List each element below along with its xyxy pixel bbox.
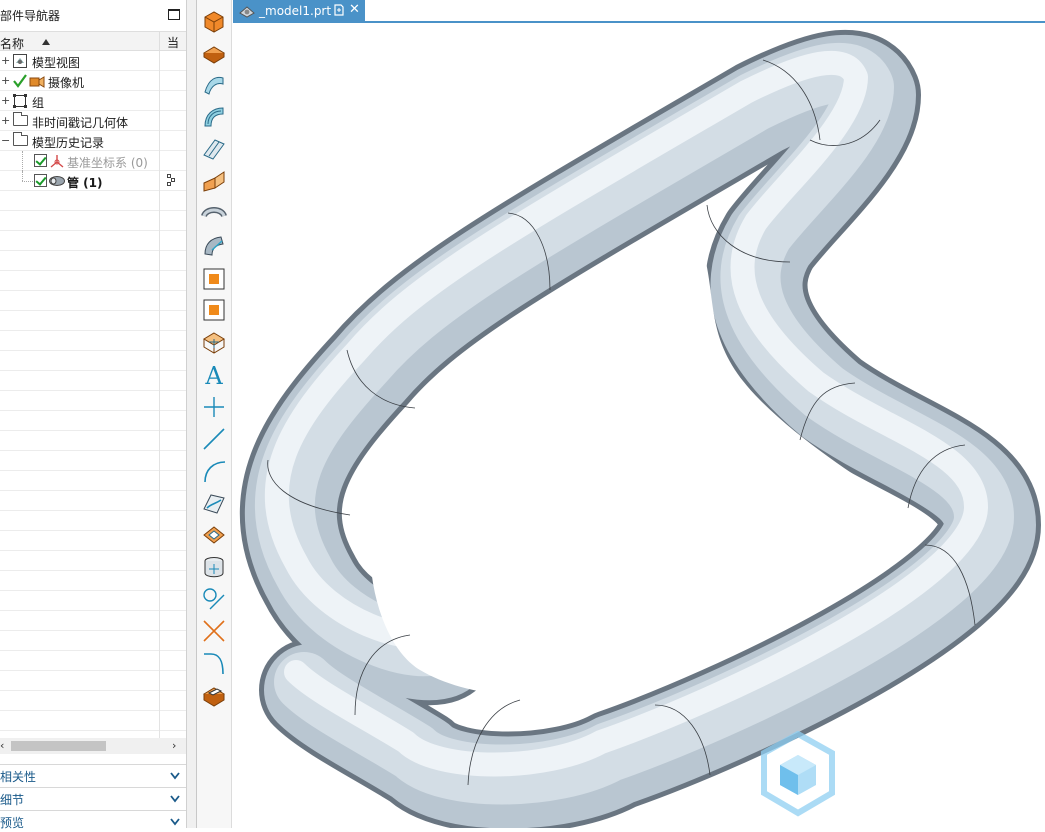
tree-item-label: 组 xyxy=(32,96,45,110)
folder-open-icon xyxy=(13,132,28,146)
expand-icon[interactable]: + xyxy=(1,55,10,66)
circle-line-icon[interactable] xyxy=(201,586,227,612)
panel-label: 预览 xyxy=(0,816,25,830)
panel-dependencies[interactable]: 相关性 xyxy=(0,764,186,786)
square-point-icon[interactable] xyxy=(201,266,227,292)
camera-icon xyxy=(29,73,45,89)
extrude-icon[interactable] xyxy=(201,40,227,66)
chevron-down-icon[interactable] xyxy=(170,769,180,780)
panel-label: 细节 xyxy=(0,793,25,807)
column-name-header[interactable]: 名称 xyxy=(0,35,24,52)
panel-label: 相关性 xyxy=(0,770,37,784)
expand-icon[interactable]: + xyxy=(1,75,10,86)
tree-item-label: 非时间戳记几何体 xyxy=(32,116,129,130)
folder-icon xyxy=(13,112,28,126)
datum-csys-icon[interactable] xyxy=(201,330,227,356)
scroll-left-icon[interactable]: ‹ xyxy=(0,739,4,752)
pin-document-icon[interactable] xyxy=(334,4,344,16)
tree-item-label: 管 (1) xyxy=(67,176,103,190)
svg-text:A: A xyxy=(204,362,223,388)
edit-feature-icon[interactable] xyxy=(201,682,227,708)
maximize-icon[interactable] xyxy=(168,9,180,20)
column-current-label: 当 xyxy=(167,36,180,50)
surface-patch-icon[interactable] xyxy=(201,232,227,258)
tree-item-label: 基准坐标系 (0) xyxy=(67,156,148,170)
scroll-right-icon[interactable]: › xyxy=(172,739,176,752)
navigator-tree: + 模型视图 + 摄像机 + 组 + 非时间戳记几何体 − 模型历史记录 基准坐… xyxy=(0,51,186,738)
document-tab-bar: _model1.prt ✕ xyxy=(233,0,1045,23)
tree-item-groups[interactable]: + 组 xyxy=(0,91,186,111)
tube-feature-icon xyxy=(48,173,65,189)
close-tab-icon[interactable]: ✕ xyxy=(349,2,360,17)
line-icon[interactable] xyxy=(201,426,227,452)
tab-label: _model1.prt xyxy=(259,4,332,18)
resource-bar-splitter[interactable] xyxy=(186,0,196,828)
offset-face-icon[interactable] xyxy=(201,522,227,548)
pipe-icon[interactable] xyxy=(201,200,227,226)
cylinder-icon[interactable] xyxy=(201,554,227,580)
navigator-horizontal-scrollbar[interactable]: ‹ › xyxy=(0,738,186,754)
expand-icon[interactable]: + xyxy=(1,95,10,106)
dependency-icon xyxy=(167,174,175,187)
panel-preview[interactable]: 预览 xyxy=(0,810,186,832)
tree-item-cameras[interactable]: + 摄像机 xyxy=(0,71,186,91)
tree-item-label: 模型视图 xyxy=(32,56,81,70)
tree-item-tube[interactable]: 管 (1) xyxy=(0,171,186,191)
tree-item-label: 模型历史记录 xyxy=(32,136,105,150)
block-icon[interactable] xyxy=(201,8,227,34)
part-file-icon xyxy=(239,4,255,18)
tree-item-datum-csys[interactable]: 基准坐标系 (0) xyxy=(0,151,186,171)
fillet-curve-icon[interactable] xyxy=(201,650,227,676)
sheet-metal-icon[interactable] xyxy=(201,168,227,194)
curve-on-surface-icon[interactable] xyxy=(201,490,227,516)
text-icon[interactable]: A xyxy=(201,362,227,390)
group-icon xyxy=(12,93,28,109)
visibility-checkbox[interactable] xyxy=(34,154,47,167)
tree-item-unused-geometry[interactable]: + 非时间戳记几何体 xyxy=(0,111,186,131)
point-icon[interactable] xyxy=(201,394,227,420)
square-point-alt-icon[interactable] xyxy=(201,297,227,323)
expand-icon[interactable]: + xyxy=(1,115,10,126)
chevron-down-icon[interactable] xyxy=(170,815,180,826)
tab-model1-prt[interactable]: _model1.prt ✕ xyxy=(233,0,365,23)
model-view-icon xyxy=(12,53,28,69)
collapse-icon[interactable]: − xyxy=(1,135,10,146)
surface-icon[interactable] xyxy=(201,72,227,98)
tree-item-model-history[interactable]: − 模型历史记录 xyxy=(0,131,186,151)
graphics-window[interactable] xyxy=(233,23,1045,832)
arc-icon[interactable] xyxy=(201,458,227,484)
panel-details[interactable]: 细节 xyxy=(0,787,186,809)
visibility-checkbox[interactable] xyxy=(34,174,47,187)
tree-item-label: 摄像机 xyxy=(48,76,85,90)
watermark-logo xyxy=(760,730,836,817)
tree-item-model-views[interactable]: + 模型视图 xyxy=(0,51,186,71)
scrollbar-thumb[interactable] xyxy=(11,741,106,751)
checkmark-icon xyxy=(12,73,28,89)
tube-model[interactable] xyxy=(233,23,1045,832)
part-navigator: 部件导航器 名称 当 + 模型视图 + 摄像机 + 组 + 非时间戳记几何体 −… xyxy=(0,0,186,832)
feature-toolbar: A xyxy=(197,0,232,828)
swept-surface-icon[interactable] xyxy=(201,104,227,130)
navigator-title-bar: 部件导航器 xyxy=(0,4,186,26)
intersect-curve-icon[interactable] xyxy=(201,618,227,644)
chevron-down-icon[interactable] xyxy=(170,792,180,803)
datum-csys-icon xyxy=(49,153,65,169)
ruled-surface-icon[interactable] xyxy=(201,136,227,162)
navigator-column-header: 名称 当 xyxy=(0,31,186,51)
sort-ascending-icon xyxy=(42,39,50,45)
navigator-title: 部件导航器 xyxy=(0,9,61,23)
column-current-header[interactable]: 当 xyxy=(159,32,186,51)
